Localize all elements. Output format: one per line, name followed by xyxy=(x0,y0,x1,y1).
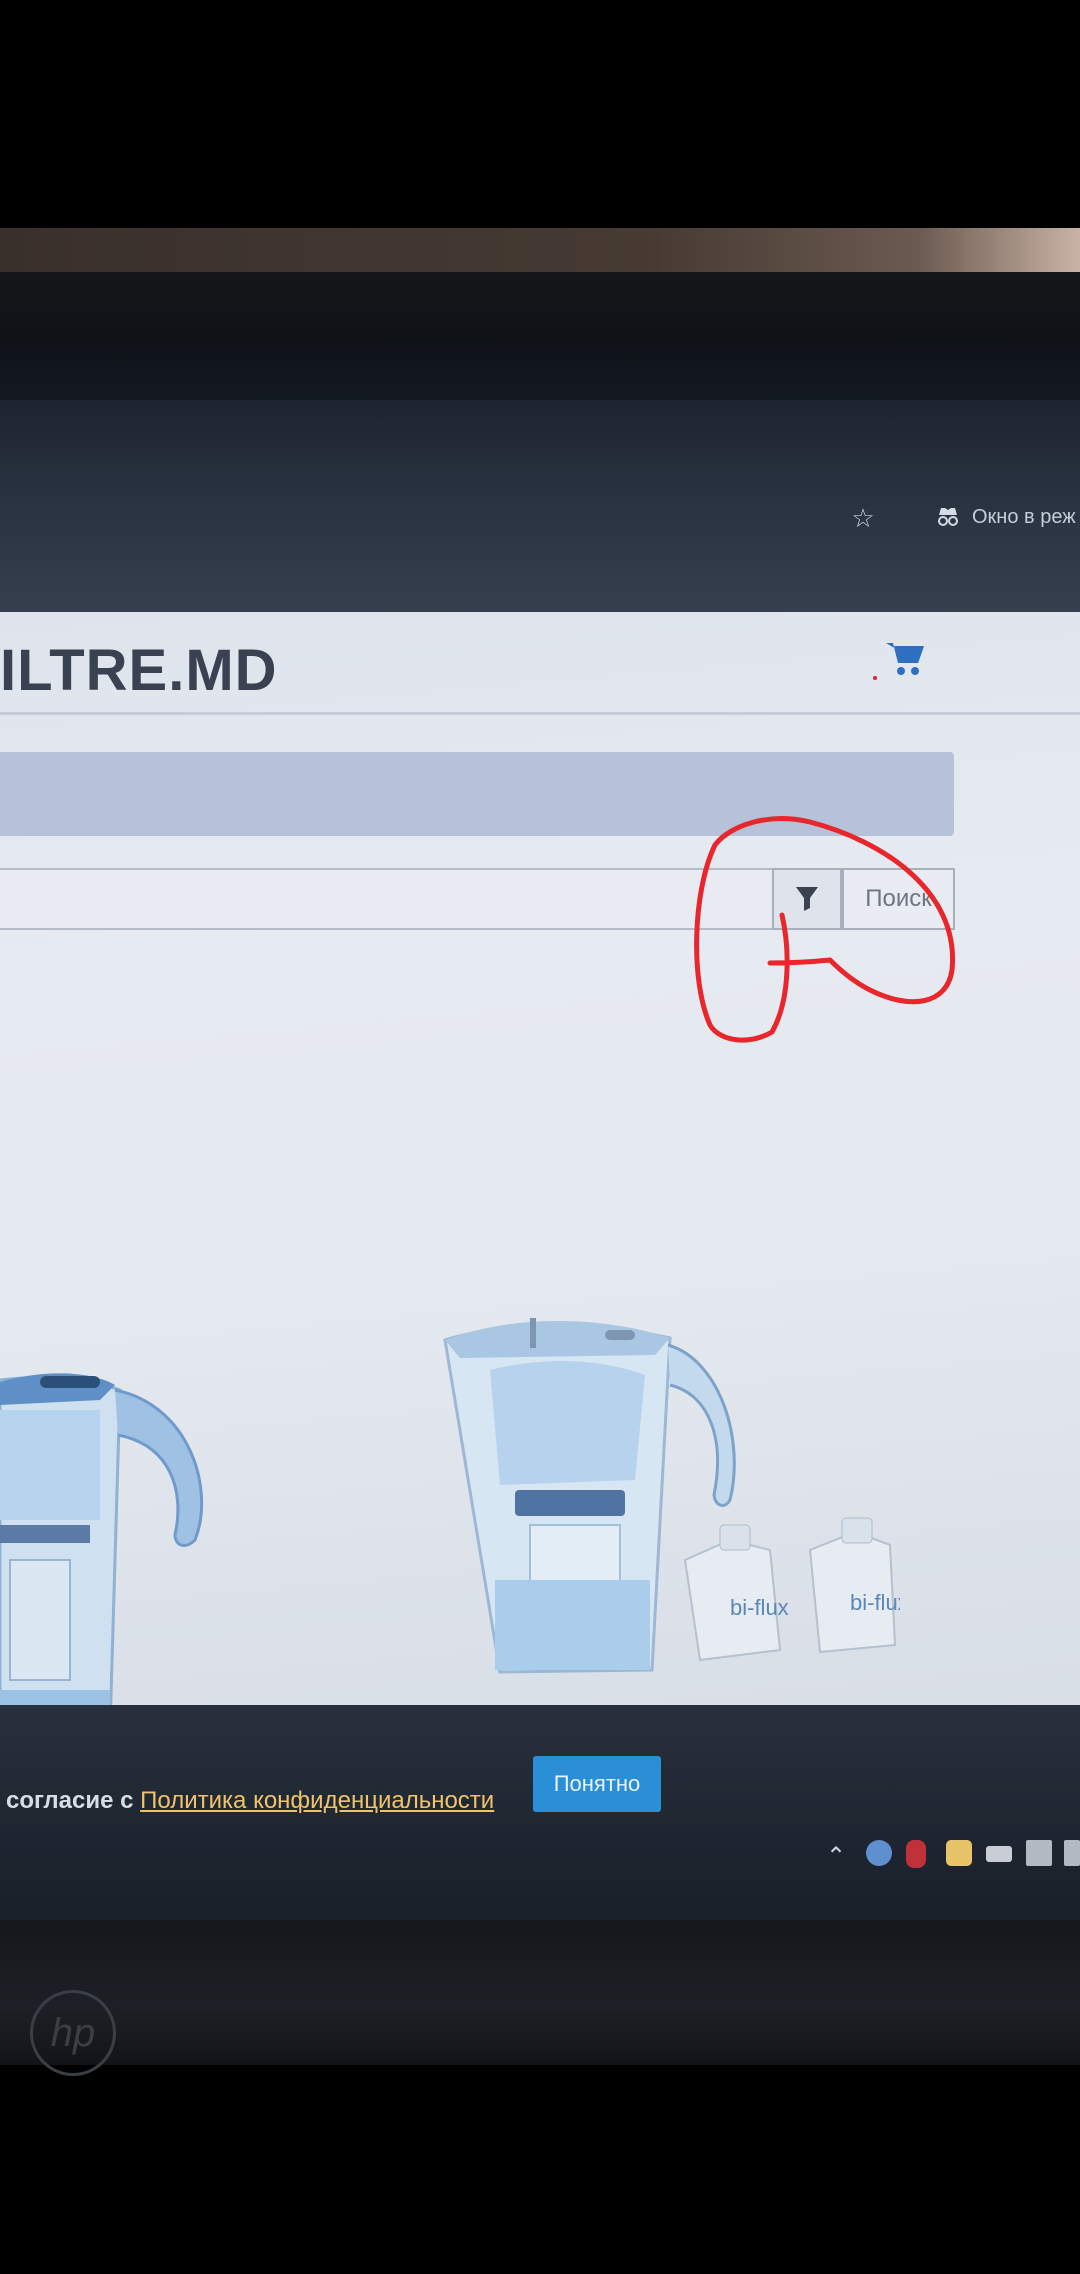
cartridge-1 xyxy=(683,1524,782,1662)
laptop-body xyxy=(0,1920,1080,2065)
tray-expand-icon[interactable]: ⌃ xyxy=(826,1842,846,1871)
cookie-text-prefix: согласие с xyxy=(6,1787,141,1814)
cookie-text: согласие с Политика конфиденциальности xyxy=(6,1786,494,1816)
tray-security-icon[interactable] xyxy=(906,1840,926,1868)
tray-app-icon[interactable] xyxy=(866,1840,892,1866)
hp-logo: hp xyxy=(30,1990,116,2076)
privacy-policy-link[interactable]: Политика конфиденциальности xyxy=(140,1787,494,1814)
star-icon[interactable]: ☆ xyxy=(848,503,878,533)
cartridge-label: bi-flux xyxy=(730,1595,789,1620)
volume-icon[interactable] xyxy=(1064,1840,1080,1866)
cart-icon[interactable] xyxy=(884,638,926,680)
cookie-accept-button[interactable]: Понятно xyxy=(533,1756,661,1812)
background-wall xyxy=(0,228,1080,272)
product-image-pitcher-right: bi-flux bi-flux xyxy=(443,1318,900,1674)
tray-shield-icon[interactable] xyxy=(946,1840,972,1866)
battery-icon[interactable] xyxy=(986,1846,1012,1862)
wifi-icon[interactable] xyxy=(1026,1840,1052,1866)
red-dot-mark xyxy=(873,676,877,680)
incognito-icon xyxy=(935,503,961,529)
header-divider xyxy=(0,712,1080,715)
hand-drawn-annotation xyxy=(694,816,955,1043)
site-logo[interactable]: ILTRE.MD xyxy=(0,636,278,706)
cartridge-label: bi-flux xyxy=(850,1590,900,1615)
product-image-pitcher-left xyxy=(0,1373,204,1737)
incognito-label: Окно в реж xyxy=(972,506,1076,528)
cartridge-2 xyxy=(808,1517,897,1654)
browser-toolbar xyxy=(0,400,1080,620)
